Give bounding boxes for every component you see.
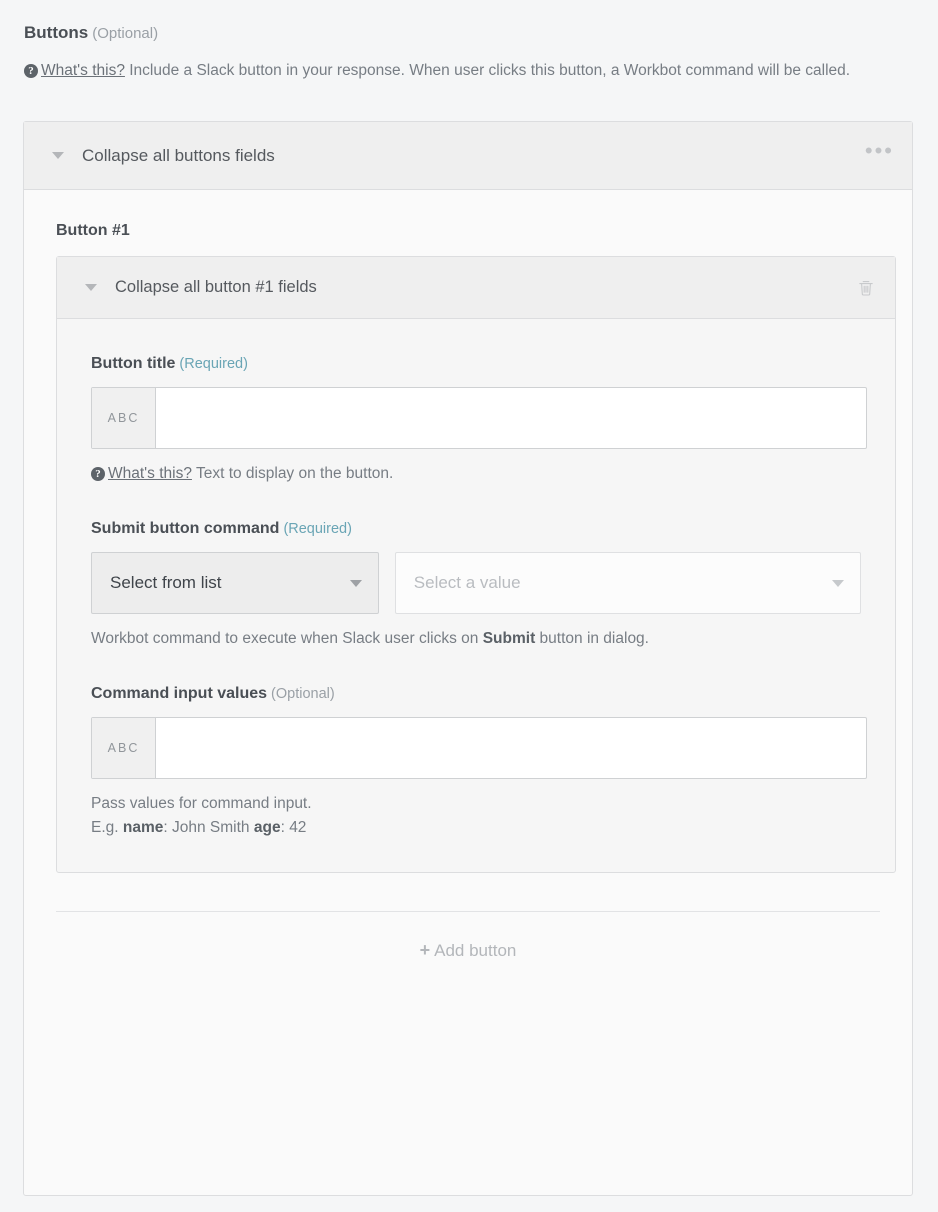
page-title: Buttons <box>24 23 89 42</box>
section-title-row: Buttons (Optional) <box>24 22 938 45</box>
submit-command-mode-select[interactable]: Select from list <box>91 552 379 614</box>
command-input-label: Command input values (Optional) <box>91 685 861 703</box>
command-input-input-wrap[interactable]: ABC <box>91 717 867 779</box>
button-group-heading: Button #1 <box>56 222 130 239</box>
submit-command-hint-bold: Submit <box>482 630 536 647</box>
submit-command-value-select[interactable]: Select a value <box>394 552 861 614</box>
button-1-panel: Collapse all button #1 fields Button tit… <box>56 256 896 873</box>
buttons-collapse-bar[interactable]: Collapse all buttons fields ••• <box>24 122 912 190</box>
field-submit-button-command: Submit button command (Required) Select f… <box>91 520 861 651</box>
button-title-input[interactable] <box>156 388 866 448</box>
command-input-hint-val2: : 42 <box>280 819 307 836</box>
submit-command-hint-after: button in dialog. <box>535 630 649 647</box>
buttons-section-header: Buttons (Optional) ? What's this? Include … <box>0 0 938 83</box>
command-input-hint-key1: name <box>122 819 164 836</box>
submit-command-hint-before: Workbot command to execute when Slack us… <box>91 630 483 647</box>
command-input-requirement: (Optional) <box>271 686 335 702</box>
button-title-label-text: Button title <box>91 355 176 372</box>
button-1-fields: Button title (Required) ABC ? What's this?… <box>57 319 895 872</box>
abc-text-icon: ABC <box>92 388 156 448</box>
question-circle-icon: ? <box>24 64 38 78</box>
plus-icon: + <box>419 940 431 960</box>
submit-command-value-placeholder: Select a value <box>413 573 521 592</box>
command-input-hint: Pass values for command input. E.g. name… <box>91 792 861 840</box>
button-title-hint-text: Text to display on the button. <box>195 465 394 482</box>
buttons-panel-body: Button #1 Collapse all button #1 fields … <box>24 222 912 961</box>
chevron-down-icon <box>832 579 844 587</box>
command-input-hint-line2: E.g. name: John Smith age: 42 <box>91 816 861 840</box>
submit-command-mode-value: Select from list <box>110 573 222 592</box>
submit-command-label: Submit button command (Required) <box>91 520 861 538</box>
button-title-whats-this-link[interactable]: What's this? <box>108 465 192 482</box>
add-button-button[interactable]: + Add button <box>24 912 912 961</box>
command-input-input[interactable] <box>156 718 866 778</box>
section-help-description: Include a Slack button in your response.… <box>129 62 851 79</box>
button-title-hint: ? What's this? Text to display on the but… <box>91 462 861 486</box>
trash-icon[interactable] <box>857 279 875 297</box>
command-input-hint-line1: Pass values for command input. <box>91 795 312 812</box>
abc-text-icon: ABC <box>92 718 156 778</box>
field-button-title: Button title (Required) ABC ? What's this?… <box>91 355 867 486</box>
submit-command-hint: Workbot command to execute when Slack us… <box>91 627 861 651</box>
buttons-panel: Collapse all buttons fields ••• Button #… <box>23 121 913 1196</box>
section-help-text: ? What's this? Include a Slack button in … <box>24 58 904 83</box>
chevron-down-icon <box>349 579 362 587</box>
button-title-requirement: (Required) <box>179 356 248 372</box>
submit-command-label-text: Submit button command <box>91 520 280 537</box>
command-input-hint-val1: : John Smith <box>163 819 254 836</box>
buttons-collapse-label: Collapse all buttons fields <box>82 145 275 165</box>
button-title-input-wrap[interactable]: ABC <box>91 387 867 449</box>
chevron-down-icon[interactable] <box>52 152 64 159</box>
command-input-hint-eg: E.g. <box>91 819 123 836</box>
submit-command-requirement: (Required) <box>283 521 352 537</box>
ellipsis-icon[interactable]: ••• <box>865 140 894 165</box>
field-command-input-values: Command input values (Optional) ABC Pass … <box>91 685 867 840</box>
whats-this-link[interactable]: What's this? <box>41 62 125 79</box>
button-1-collapse-bar[interactable]: Collapse all button #1 fields <box>57 257 895 319</box>
section-optional-tag: (Optional) <box>92 25 159 42</box>
command-input-hint-key2: age <box>253 819 281 836</box>
submit-command-select-row: Select from list Select a value <box>91 552 861 614</box>
button-1-collapse-label: Collapse all button #1 fields <box>115 278 317 296</box>
question-circle-icon: ? <box>91 467 105 481</box>
button-title-label: Button title (Required) <box>91 355 861 373</box>
command-input-label-text: Command input values <box>91 685 268 702</box>
add-button-label: Add button <box>434 941 517 960</box>
chevron-down-icon[interactable] <box>85 284 97 291</box>
